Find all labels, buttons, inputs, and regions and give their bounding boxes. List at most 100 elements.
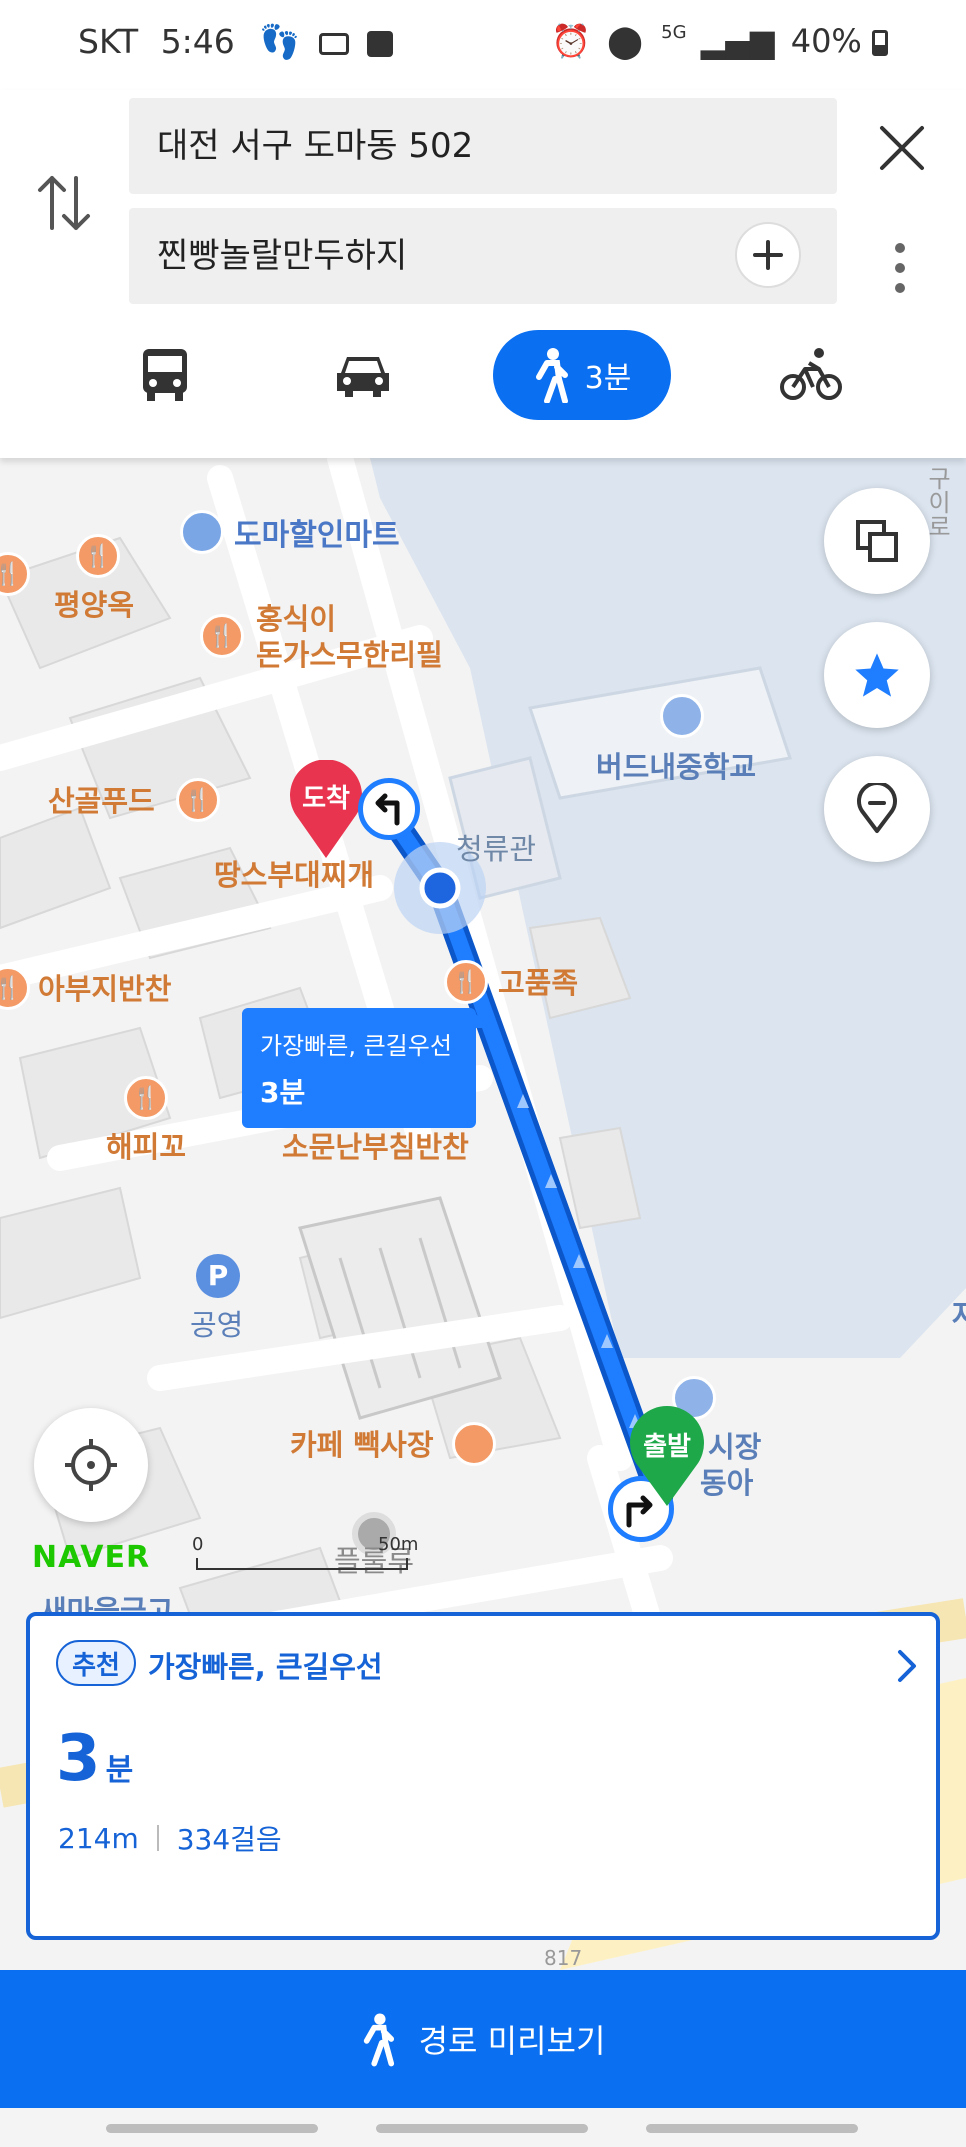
- tooltip-time: 3분: [260, 1076, 306, 1109]
- tab-bike[interactable]: [766, 330, 856, 420]
- carrier: SKT: [78, 22, 139, 61]
- favorite-button[interactable]: [824, 622, 930, 728]
- route-preview-button[interactable]: 경로 미리보기: [0, 1970, 966, 2108]
- poi-cheongryu[interactable]: 청류관: [456, 832, 536, 866]
- tab-transit[interactable]: [120, 330, 210, 420]
- network-badge: 5G: [661, 22, 687, 43]
- restaurant-icon[interactable]: 🍴: [444, 960, 488, 1004]
- my-location-button[interactable]: [34, 1408, 148, 1522]
- map-layers-button[interactable]: [824, 488, 930, 594]
- status-right: ⏰ ⬤ 5G ▂▄▆ 40%: [551, 22, 888, 60]
- chevron-right-icon[interactable]: [892, 1646, 922, 1686]
- recommend-badge: 추천: [56, 1640, 136, 1686]
- alarm-icon: ⏰: [551, 22, 591, 60]
- transport-modes: 3분: [0, 330, 966, 430]
- poi-sangol[interactable]: 산골푸드: [48, 784, 155, 818]
- media-icon: [367, 30, 394, 57]
- route-title: 가장빠른, 큰길우선: [148, 1650, 383, 1684]
- cafe-icon[interactable]: [452, 1422, 496, 1466]
- arrival-label: 도착: [302, 784, 350, 814]
- battery-icon: [872, 30, 888, 56]
- clock: 5:46: [160, 22, 235, 61]
- status-bar: SKT 5:46 👣 ⏰ ⬤ 5G ▂▄▆ 40%: [0, 0, 966, 90]
- route-steps: 334걸음: [176, 1823, 282, 1856]
- destination-field[interactable]: 찐빵놀랄만두하지: [129, 208, 837, 304]
- bike-icon: [780, 348, 842, 400]
- route-header: 대전 서구 도마동 502 찐빵놀랄만두하지 3분: [0, 90, 966, 458]
- route-card[interactable]: 추천 가장빠른, 큰길우선 3 분 214m 334걸음: [26, 1612, 940, 1940]
- poi-partial-right: 자: [952, 1298, 966, 1332]
- pin-icon: [857, 783, 897, 833]
- departure-marker[interactable]: 출발: [628, 1406, 706, 1508]
- nav-home[interactable]: [376, 2124, 588, 2133]
- restaurant-icon[interactable]: 🍴: [76, 534, 120, 578]
- plus-icon: [753, 240, 783, 270]
- poi-gopum[interactable]: 고품족: [498, 966, 578, 1000]
- poi-somun[interactable]: 소문난부침반찬: [282, 1130, 469, 1164]
- parking-icon[interactable]: P: [196, 1254, 240, 1298]
- road-number: 817: [544, 1946, 583, 1970]
- status-left: SKT 5:46 👣: [78, 22, 394, 62]
- location-icon: ⬤: [607, 22, 643, 60]
- poi-school[interactable]: 버드내중학교: [596, 750, 756, 784]
- system-nav-bar: [0, 2108, 966, 2147]
- bus-icon: [143, 349, 187, 401]
- walk-icon: [363, 2013, 394, 2067]
- signal-icon: ▂▄▆: [700, 22, 775, 60]
- naver-logo: NAVER: [32, 1540, 151, 1575]
- restaurant-icon[interactable]: 🍴: [200, 614, 244, 658]
- poi-happy[interactable]: 해피꼬: [106, 1130, 186, 1164]
- poi-gongyeong[interactable]: 공영: [190, 1308, 243, 1342]
- mart-label: 도마할인마트: [234, 518, 400, 553]
- scale-distance: 50m: [378, 1534, 419, 1555]
- layers-icon: [856, 520, 898, 562]
- steps-icon: 👣: [259, 22, 301, 61]
- stats-divider: [156, 1825, 159, 1851]
- poi-hongsik-2[interactable]: 돈가스무한리필: [256, 638, 443, 672]
- poi-market-2[interactable]: 동아: [700, 1466, 753, 1500]
- destination-text: 찐빵놀랄만두하지: [157, 236, 408, 276]
- voicemail-icon: [318, 32, 349, 55]
- route-stats: 214m 334걸음: [58, 1818, 282, 1858]
- poi-ttangsu[interactable]: 땅스부대찌개: [214, 858, 374, 892]
- tab-walk[interactable]: 3분: [493, 330, 671, 420]
- school-icon[interactable]: [660, 694, 704, 738]
- badge-label: 추천: [72, 1650, 120, 1681]
- poi-hongsik-1[interactable]: 홍식이: [256, 602, 336, 636]
- more-icon[interactable]: [888, 238, 912, 298]
- origin-field[interactable]: 대전 서구 도마동 502: [129, 98, 837, 194]
- save-place-button[interactable]: [824, 756, 930, 862]
- departure-label: 출발: [643, 1432, 691, 1462]
- car-icon: [337, 357, 389, 397]
- basket-icon: [180, 510, 224, 554]
- preview-label: 경로 미리보기: [418, 2022, 606, 2060]
- arrival-marker[interactable]: 도착: [288, 759, 364, 860]
- route-tooltip[interactable]: 가장빠른, 큰길우선 3분: [242, 1008, 490, 1128]
- star-icon: [855, 653, 899, 697]
- route-distance: 214m: [58, 1821, 139, 1855]
- origin-text: 대전 서구 도마동 502: [157, 126, 474, 166]
- nav-back[interactable]: [646, 2124, 858, 2133]
- time-number: 3: [56, 1722, 101, 1796]
- mart-poi[interactable]: 도마할인마트: [180, 510, 400, 554]
- poi-cafe[interactable]: 카페 빽사장: [290, 1428, 434, 1462]
- close-icon[interactable]: [872, 118, 932, 178]
- route-time: 3 분: [56, 1722, 133, 1796]
- poi-market-1[interactable]: 시장: [708, 1430, 761, 1464]
- nav-recents[interactable]: [106, 2124, 318, 2133]
- scale-bar: [196, 1558, 408, 1570]
- add-waypoint-button[interactable]: [735, 222, 801, 288]
- restaurant-icon[interactable]: 🍴: [124, 1076, 168, 1120]
- walk-time: 3분: [584, 361, 632, 396]
- poi-pyeongyang[interactable]: 평양옥: [54, 588, 134, 622]
- time-unit: 분: [105, 1753, 134, 1788]
- turn-left-icon: [358, 778, 420, 840]
- tab-car[interactable]: [318, 330, 408, 420]
- swap-icon[interactable]: [34, 168, 94, 238]
- battery-percent: 40%: [790, 22, 862, 60]
- poi-abuji[interactable]: 아부지반찬: [38, 972, 171, 1006]
- scale-zero: 0: [192, 1534, 204, 1555]
- tooltip-title: 가장빠른, 큰길우선: [260, 1032, 452, 1060]
- crosshair-icon: [65, 1439, 117, 1491]
- restaurant-icon[interactable]: 🍴: [176, 778, 220, 822]
